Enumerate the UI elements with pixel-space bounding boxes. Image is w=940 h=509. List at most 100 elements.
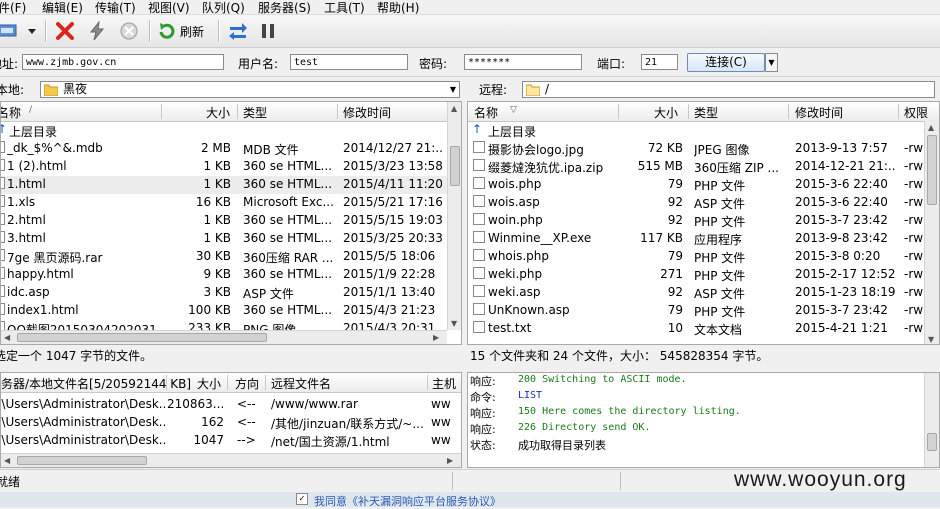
remote-col-type[interactable]: 类型 — [694, 104, 718, 121]
local-file-row[interactable]: 1.html 1 KB 360 se HTML... 2015/4/11 11:20 — [1, 176, 447, 194]
remote-file-row[interactable]: Winmine__XP.exe 117 KB 应用程序 2013-9-8 23:42 -… — [468, 230, 924, 248]
local-file-row[interactable]: index1.html 100 KB 360 se HTML... 2015/4/3 … — [1, 302, 447, 320]
local-file-row[interactable]: _dk_$%^&.mdb 2 MB MDB 文件 2014/12/27 21:.. — [1, 140, 447, 158]
chevron-down-icon[interactable]: ▼ — [450, 82, 456, 97]
menu-edit[interactable]: 编辑(E) — [42, 0, 83, 16]
local-file-row[interactable]: happy.html 9 KB 360 se HTML... 2015/1/9 22:… — [1, 266, 447, 284]
local-file-row[interactable]: 1 (2).html 1 KB 360 se HTML... 2015/3/23 13… — [1, 158, 447, 176]
local-col-type[interactable]: 类型 — [243, 104, 267, 121]
local-file-row[interactable]: idc.asp 3 KB ASP 文件 2015/1/1 13:40 — [1, 284, 447, 302]
file-permissions: -rw — [904, 177, 924, 191]
queue-col-direction[interactable]: 方向 — [235, 375, 259, 392]
username-input[interactable] — [290, 54, 408, 70]
cancel-operation-button[interactable] — [53, 20, 77, 42]
agree-checkbox[interactable]: ✓ — [296, 493, 308, 505]
file-size: 16 KB — [195, 195, 231, 209]
remote-file-row[interactable]: wois.asp 92 ASP 文件 2015-3-6 22:40 -rw — [468, 194, 924, 212]
local-column-header: 名称 / 大小 类型 修改时间 — [1, 102, 449, 122]
pause-queue-button[interactable] — [256, 20, 280, 42]
file-size: 1 KB — [203, 231, 231, 245]
disconnect-button[interactable] — [85, 20, 109, 42]
local-col-modified[interactable]: 修改时间 — [343, 104, 391, 121]
file-icon — [1, 195, 5, 207]
file-icon — [473, 141, 485, 153]
file-icon — [473, 321, 485, 333]
file-name: 摄影协会logo.jpg — [488, 143, 584, 157]
remote-vscrollbar[interactable]: ▲ ▼ — [924, 121, 939, 344]
remote-file-row[interactable]: whois.php 79 PHP 文件 2015-3-8 0:20 -rw — [468, 248, 924, 266]
remote-file-row[interactable]: UnKnown.asp 79 PHP 文件 2015-3-7 23:42 -rw — [468, 302, 924, 320]
remote-file-row[interactable]: test.txt 10 文本文档 2015-4-21 1:21 -rw — [468, 320, 924, 338]
queue-remote-file: /其他/jinzuan/联系方式/~... — [271, 417, 424, 431]
queue-hscrollbar[interactable]: ◀ ▶ — [1, 453, 461, 467]
file-permissions: -rw — [904, 231, 924, 245]
local-file-row[interactable]: 7ge 黑页源码.rar 30 KB 360压缩 RAR ... 2015/5/5 1… — [1, 248, 447, 266]
port-input[interactable] — [641, 54, 678, 70]
file-type: 360 se HTML... — [243, 303, 333, 317]
remote-file-row[interactable]: wois.php 79 PHP 文件 2015-3-6 22:40 -rw — [468, 176, 924, 194]
file-name: 1.html — [7, 177, 46, 191]
menu-file[interactable]: 文件(F) — [0, 0, 26, 16]
menu-view[interactable]: 视图(V) — [148, 0, 190, 16]
queue-col-host[interactable]: 主机 — [432, 375, 456, 392]
port-label: 端口: — [597, 57, 626, 71]
scroll-thumb[interactable] — [927, 135, 937, 205]
file-type: 应用程序 — [694, 233, 743, 247]
local-file-row[interactable]: 2.html 1 KB 360 se HTML... 2015/5/15 19:03 — [1, 212, 447, 230]
reconnect-button[interactable] — [117, 20, 141, 42]
refresh-button[interactable]: 刷新 — [157, 20, 209, 42]
file-icon — [1, 213, 5, 225]
menu-transfer[interactable]: 传输(T) — [95, 0, 136, 16]
connect-button[interactable]: 连接(C) — [687, 53, 765, 72]
remote-col-permissions[interactable]: 权限 — [904, 104, 928, 121]
queue-row[interactable]: C:\Users\Administrator\Desk... 1047 --> /ne… — [1, 432, 461, 450]
file-type: 360 se HTML... — [243, 231, 333, 245]
queue-col-local[interactable]: 服务器/本地文件名[5/20592144 KB] — [1, 375, 191, 392]
local-hscrollbar[interactable]: ◀ ▶ — [1, 330, 447, 344]
connect-dropdown[interactable]: ▼ — [765, 53, 778, 72]
remote-file-row[interactable]: 摄影协会logo.jpg 72 KB JPEG 图像 2013-9-13 7:57 -r… — [468, 140, 924, 158]
remote-file-row[interactable]: woin.php 92 PHP 文件 2015-3-7 23:42 -rw — [468, 212, 924, 230]
file-modified: 2015/4/3 21:23 — [343, 303, 436, 317]
remote-file-row[interactable]: weki.php 271 PHP 文件 2015-2-17 12:52 -rw — [468, 266, 924, 284]
site-manager-button[interactable] — [0, 20, 22, 42]
local-path-input[interactable]: 黑夜 ▼ — [40, 81, 460, 98]
sync-browse-button[interactable] — [226, 20, 250, 42]
queue-col-remote[interactable]: 远程文件名 — [271, 375, 331, 392]
remote-file-row[interactable]: weki.asp 92 ASP 文件 2015-1-23 18:19 -rw — [468, 284, 924, 302]
queue-row[interactable]: C:\Users\Administrator\Desk... 210863... <… — [1, 396, 461, 414]
queue-col-size[interactable]: 大小 — [197, 375, 221, 392]
local-file-row[interactable]: 1.xls 16 KB Microsoft Exc... 2015/5/21 17:1… — [1, 194, 447, 212]
scroll-thumb[interactable] — [17, 456, 147, 465]
file-modified: 2015-3-6 22:40 — [795, 195, 888, 209]
address-input[interactable] — [22, 54, 224, 70]
file-name: 1 (2).html — [7, 159, 67, 173]
log-line: 命令: LIST — [468, 389, 924, 405]
password-input[interactable] — [464, 54, 582, 70]
file-permissions: -rw — [904, 303, 924, 317]
local-file-row[interactable]: 3.html 1 KB 360 se HTML... 2015/3/25 20:33 — [1, 230, 447, 248]
menu-server[interactable]: 服务器(S) — [258, 0, 311, 16]
local-col-name[interactable]: 名称 — [1, 104, 21, 121]
scroll-thumb[interactable] — [927, 433, 937, 451]
local-vscrollbar[interactable]: ▲ ▼ — [447, 102, 461, 330]
log-vscrollbar[interactable] — [924, 373, 939, 467]
menu-tools[interactable]: 工具(T) — [324, 0, 365, 16]
queue-size: 162 — [201, 415, 224, 429]
queue-column-header: 服务器/本地文件名[5/20592144 KB] 大小 方向 远程文件名 主机 — [1, 373, 461, 393]
parent-dir-row[interactable]: ↑上层目录 — [1, 122, 447, 140]
remote-col-size[interactable]: 大小 — [654, 104, 678, 121]
local-col-size[interactable]: 大小 — [206, 104, 230, 121]
remote-col-modified[interactable]: 修改时间 — [795, 104, 843, 121]
parent-dir-row[interactable]: ↑上层目录 — [468, 122, 924, 140]
site-manager-dropdown[interactable] — [24, 20, 40, 42]
scroll-thumb[interactable] — [17, 333, 267, 342]
remote-path-input[interactable]: / — [522, 81, 935, 98]
menu-queue[interactable]: 队列(Q) — [202, 0, 245, 16]
remote-col-name[interactable]: 名称 — [474, 104, 498, 121]
scroll-thumb[interactable] — [450, 146, 460, 186]
menu-help[interactable]: 帮助(H) — [377, 0, 419, 16]
queue-row[interactable]: C:\Users\Administrator\Desk... 162 <-- /其他/… — [1, 414, 461, 432]
file-name: 7ge 黑页源码.rar — [7, 251, 103, 265]
remote-file-row[interactable]: 缀菱燵浼犺优.ipa.zip 515 MB 360压缩 ZIP ... 2014-12… — [468, 158, 924, 176]
